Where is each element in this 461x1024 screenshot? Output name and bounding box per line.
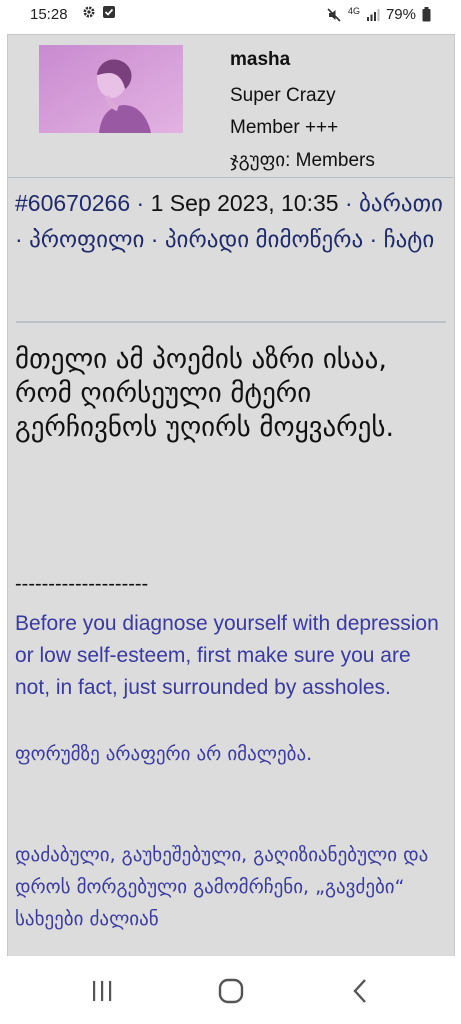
battery-percent: 79% [385,6,416,23]
separator: · [338,190,360,216]
signature-forum-line: ფორუმზე არაფერი არ იმალება. [15,743,313,765]
post-body: მთელი ამ პოემის აზრი ისაა, რომ ღირსეული … [15,344,395,443]
post-date: 1 Sep 2023, 10:35 [150,190,339,216]
settings-gear-icon [83,6,95,18]
home-icon [218,978,244,1004]
separator: · [15,226,30,252]
recent-apps-icon [93,981,112,1001]
forum-page: masha Super Crazy Member +++ ჯგუფი: Memb… [0,30,461,956]
private-message-link[interactable]: პირადი მიმოწერა [165,226,363,252]
notification-icons [82,5,116,19]
clock: 15:28 [30,6,68,23]
network-type: 4G [347,5,360,16]
battery-icon [422,7,431,22]
avatar-image [39,45,183,133]
signal-icon [366,8,380,21]
post-permalink[interactable]: #60670266 [15,190,130,216]
signature-rule: -------------------- [15,573,149,595]
chat-link[interactable]: ჩატი [384,226,435,252]
signature-quote: Before you diagnose yourself with depres… [15,612,439,699]
user-rank-line2: Member +++ [230,117,339,138]
user-rank-line1: Super Crazy [230,85,336,106]
separator: · [144,226,165,252]
post-meta: #60670266 · 1 Sep 2023, 10:35 · ბარათი ·… [15,185,445,257]
system-icons: 4G 79% [326,6,431,23]
username[interactable]: masha [230,49,290,71]
separator: · [130,190,151,216]
back-chevron-icon [353,979,366,1003]
back-button[interactable] [338,974,382,1008]
card-link[interactable]: ბარათი [359,190,443,216]
forum-post: masha Super Crazy Member +++ ჯგუფი: Memb… [7,34,455,956]
home-button[interactable] [209,974,253,1008]
post-author-panel: masha Super Crazy Member +++ ჯგუფი: Memb… [8,35,454,178]
profile-link[interactable]: პროფილი [29,226,144,252]
avatar[interactable] [39,45,183,133]
post-divider [16,321,446,323]
android-navigation-bar [0,956,461,1024]
user-group: ჯგუფი: Members [230,150,375,171]
signature-words: დაძაბული, გაუხეშებული, გაღიზიანებული და … [15,844,429,930]
checkbox-notification-icon [103,6,115,18]
separator: · [363,226,384,252]
recent-apps-button[interactable] [80,974,124,1008]
status-bar: 15:28 4G 79% [0,0,461,30]
mute-icon [327,7,341,22]
